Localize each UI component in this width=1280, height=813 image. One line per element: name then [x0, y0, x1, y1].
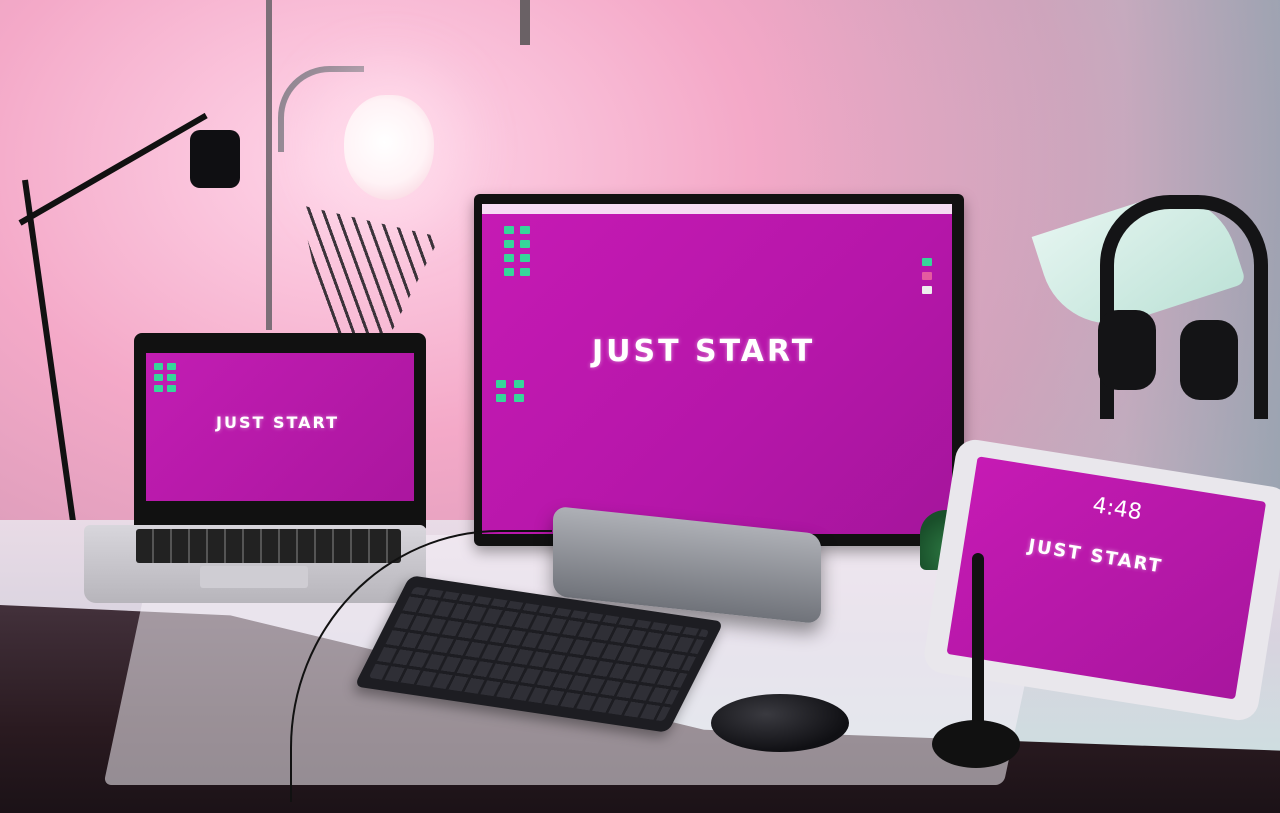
folder-icon[interactable] [520, 226, 530, 234]
tablet-screen: 4:48 JUST START [946, 456, 1267, 700]
stylus-holder [932, 720, 1020, 768]
laptop-desktop-icons [154, 363, 176, 392]
app-icon[interactable] [922, 272, 932, 280]
folder-icon[interactable] [520, 254, 530, 262]
folder-icon[interactable] [520, 240, 530, 248]
folder-icon[interactable] [514, 394, 524, 402]
monitor-screen: JUST START [482, 204, 952, 534]
laptop: JUST START [134, 333, 426, 529]
app-icon[interactable] [922, 258, 932, 266]
folder-icon[interactable] [504, 226, 514, 234]
monitor-desktop-icons [504, 226, 530, 276]
folder-icon[interactable] [154, 385, 163, 392]
lamp-light-icon [344, 95, 434, 200]
mic-arm-pole [22, 179, 77, 528]
laptop-wallpaper-text: JUST START [216, 413, 340, 432]
folder-icon[interactable] [504, 254, 514, 262]
laptop-trackpad [200, 566, 308, 588]
microphone-icon [190, 130, 240, 188]
wall-hook [520, 0, 530, 45]
monitor: JUST START [474, 194, 964, 546]
folder-icon[interactable] [496, 394, 506, 402]
folder-icon[interactable] [167, 363, 176, 370]
mouse [711, 694, 849, 752]
folder-icon[interactable] [514, 380, 524, 388]
folder-icon[interactable] [520, 268, 530, 276]
laptop-keyboard [136, 529, 401, 563]
stylus-pen [972, 553, 984, 743]
folder-icon[interactable] [167, 385, 176, 392]
file-icon[interactable] [922, 286, 932, 294]
mic-arm-boom [18, 112, 208, 226]
monitor-right-icons [922, 258, 934, 294]
folder-icon[interactable] [496, 380, 506, 388]
laptop-screen: JUST START [146, 353, 414, 501]
floor-lamp-pole [266, 0, 272, 330]
headphone-earcup-left [1098, 310, 1156, 390]
folder-icon[interactable] [154, 374, 163, 381]
tablet-clock: 4:48 [1090, 493, 1144, 526]
folder-icon[interactable] [504, 268, 514, 276]
monitor-desktop-icons-lower [496, 380, 526, 402]
monitor-wallpaper-text: JUST START [592, 334, 816, 369]
menu-bar [482, 204, 952, 214]
headphone-earcup-right [1180, 320, 1238, 400]
folder-icon[interactable] [504, 240, 514, 248]
tablet-wallpaper-text: JUST START [1026, 535, 1165, 578]
folder-icon[interactable] [167, 374, 176, 381]
desk-scene: JUST START JUST START 4:48 JUST START [0, 0, 1280, 813]
folder-icon[interactable] [154, 363, 163, 370]
decor-sticks [300, 205, 440, 333]
